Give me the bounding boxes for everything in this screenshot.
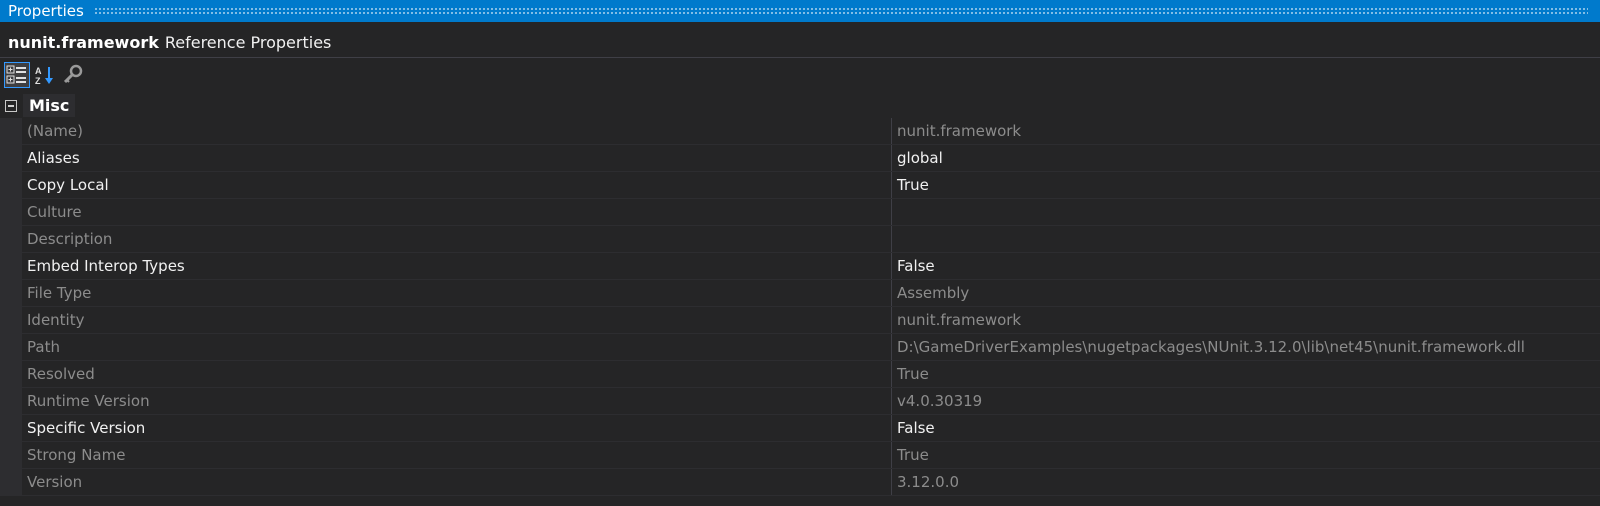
property-row[interactable]: Path D:\GameDriverExamples\nugetpackages\… bbox=[0, 334, 1600, 361]
property-row[interactable]: Resolved True bbox=[0, 361, 1600, 388]
property-row[interactable]: Runtime Version v4.0.30319 bbox=[0, 388, 1600, 415]
property-name[interactable]: (Name) bbox=[22, 118, 892, 144]
row-gutter bbox=[0, 118, 22, 144]
property-name[interactable]: Specific Version bbox=[22, 415, 892, 441]
property-value[interactable]: D:\GameDriverExamples\nugetpackages\NUni… bbox=[892, 334, 1600, 360]
category-label: Misc bbox=[23, 94, 76, 117]
object-selector[interactable]: nunit.framework Reference Properties bbox=[0, 27, 1600, 58]
property-value[interactable]: nunit.framework bbox=[892, 118, 1600, 144]
property-name[interactable]: Culture bbox=[22, 199, 892, 225]
properties-title-bar[interactable]: Properties bbox=[0, 0, 1600, 22]
property-value[interactable]: False bbox=[892, 415, 1600, 441]
property-pages-button[interactable] bbox=[60, 62, 86, 88]
row-gutter bbox=[0, 307, 22, 333]
property-grid: Misc (Name) nunit.framework Aliases global C… bbox=[0, 93, 1600, 496]
object-kind: Reference Properties bbox=[164, 32, 332, 52]
alphabetical-icon: A Z bbox=[35, 66, 53, 86]
svg-text:Z: Z bbox=[35, 76, 41, 86]
property-name[interactable]: Copy Local bbox=[22, 172, 892, 198]
property-row[interactable]: File Type Assembly bbox=[0, 280, 1600, 307]
object-name: nunit.framework bbox=[8, 32, 159, 52]
property-value[interactable] bbox=[892, 199, 1600, 225]
property-value[interactable] bbox=[892, 226, 1600, 252]
property-value[interactable]: True bbox=[892, 361, 1600, 387]
row-gutter bbox=[0, 415, 22, 441]
row-gutter bbox=[0, 199, 22, 225]
property-pages-icon bbox=[63, 64, 83, 83]
row-gutter bbox=[0, 145, 22, 171]
row-gutter bbox=[0, 442, 22, 468]
property-name[interactable]: Aliases bbox=[22, 145, 892, 171]
property-rows: (Name) nunit.framework Aliases global Copy L… bbox=[0, 118, 1600, 496]
property-name[interactable]: Version bbox=[22, 469, 892, 495]
property-value[interactable]: v4.0.30319 bbox=[892, 388, 1600, 414]
property-row[interactable]: Strong Name True bbox=[0, 442, 1600, 469]
row-gutter bbox=[0, 361, 22, 387]
categorized-button[interactable] bbox=[4, 61, 30, 88]
property-value[interactable]: False bbox=[892, 253, 1600, 279]
svg-text:A: A bbox=[35, 66, 42, 76]
alphabetical-button[interactable]: A Z bbox=[32, 62, 58, 88]
property-row[interactable]: Copy Local True bbox=[0, 172, 1600, 199]
property-value[interactable]: True bbox=[892, 442, 1600, 468]
property-row[interactable]: Identity nunit.framework bbox=[0, 307, 1600, 334]
row-gutter bbox=[0, 253, 22, 279]
property-value[interactable]: 3.12.0.0 bbox=[892, 469, 1600, 495]
property-value[interactable]: True bbox=[892, 172, 1600, 198]
property-name[interactable]: Resolved bbox=[22, 361, 892, 387]
property-name[interactable]: File Type bbox=[22, 280, 892, 306]
property-value[interactable]: Assembly bbox=[892, 280, 1600, 306]
property-value[interactable]: global bbox=[892, 145, 1600, 171]
row-gutter bbox=[0, 469, 22, 495]
collapse-icon[interactable] bbox=[5, 99, 17, 112]
title-bar-grip[interactable] bbox=[93, 7, 1588, 15]
row-gutter bbox=[0, 334, 22, 360]
property-row[interactable]: (Name) nunit.framework bbox=[0, 118, 1600, 145]
property-row[interactable]: Specific Version False bbox=[0, 415, 1600, 442]
categorized-icon bbox=[6, 65, 26, 83]
row-gutter bbox=[0, 226, 22, 252]
property-row[interactable]: Description bbox=[0, 226, 1600, 253]
property-row[interactable]: Version 3.12.0.0 bbox=[0, 469, 1600, 496]
row-gutter bbox=[0, 172, 22, 198]
property-name[interactable]: Description bbox=[22, 226, 892, 252]
properties-toolbar: A Z bbox=[0, 58, 1600, 91]
property-value[interactable]: nunit.framework bbox=[892, 307, 1600, 333]
window-title: Properties bbox=[8, 2, 84, 20]
row-gutter bbox=[0, 280, 22, 306]
property-row[interactable]: Culture bbox=[0, 199, 1600, 226]
row-gutter bbox=[0, 388, 22, 414]
property-name[interactable]: Embed Interop Types bbox=[22, 253, 892, 279]
category-row-misc[interactable]: Misc bbox=[0, 93, 1600, 118]
property-name[interactable]: Identity bbox=[22, 307, 892, 333]
property-row[interactable]: Embed Interop Types False bbox=[0, 253, 1600, 280]
property-name[interactable]: Path bbox=[22, 334, 892, 360]
property-name[interactable]: Runtime Version bbox=[22, 388, 892, 414]
property-name[interactable]: Strong Name bbox=[22, 442, 892, 468]
property-row[interactable]: Aliases global bbox=[0, 145, 1600, 172]
